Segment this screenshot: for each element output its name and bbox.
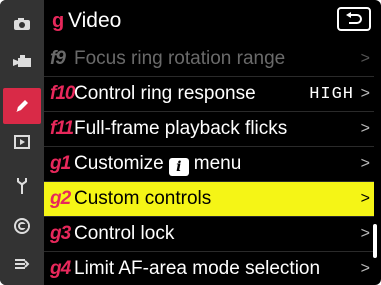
chevron-right-icon: > [360, 120, 370, 137]
menu-item-customize-i-menu[interactable]: g1 Customize i menu > [44, 147, 374, 182]
chevron-right-icon: > [360, 50, 370, 67]
chevron-right-icon: > [360, 85, 370, 102]
pencil-icon [16, 100, 28, 112]
item-label: Control ring response [74, 83, 256, 104]
menu-item-focus-ring-rotation-range[interactable]: f9 Focus ring rotation range > [44, 42, 374, 77]
playback-icon [14, 135, 30, 149]
my-menu-icon [15, 259, 30, 269]
item-label: Custom controls [74, 188, 212, 209]
wrench-icon [17, 178, 27, 194]
tab-network[interactable] [0, 208, 44, 244]
chevron-right-icon: > [360, 260, 370, 277]
item-code: f11 [50, 118, 74, 139]
menu-item-control-ring-response[interactable]: f10 Control ring response HIGH > [44, 77, 374, 112]
menu-tab-sidebar [0, 0, 44, 285]
scrollbar[interactable] [373, 224, 377, 258]
tab-setup[interactable] [0, 168, 44, 204]
menu-item-control-lock[interactable]: g3 Control lock > [44, 217, 374, 252]
camera-icon [14, 18, 30, 30]
item-code: g1 [50, 153, 71, 174]
item-code: g2 [50, 188, 71, 209]
back-button[interactable] [337, 7, 371, 31]
chevron-right-icon: > [360, 225, 370, 242]
item-label: Focus ring rotation range [74, 48, 286, 69]
item-label-pre: Customize [74, 152, 164, 174]
item-label: Customize i menu [74, 153, 241, 176]
network-icon [14, 218, 30, 234]
item-code: f9 [50, 48, 66, 69]
return-arrow-icon [346, 12, 362, 24]
camera-menu-screen: g Video f9 Focus ring rotation range > f… [0, 0, 381, 285]
item-value: HIGH [309, 84, 354, 104]
tab-video-recording[interactable] [0, 44, 44, 80]
item-code: g3 [50, 223, 71, 244]
item-code: f10 [50, 83, 75, 104]
item-label: Full-frame playback flicks [74, 118, 288, 139]
chevron-right-icon: > [360, 155, 370, 172]
header-code: g [52, 10, 65, 32]
menu-item-full-frame-playback-flicks[interactable]: f11 Full-frame playback flicks > [44, 112, 374, 147]
video-camera-icon [13, 55, 31, 67]
menu-item-limit-af-area-mode-selection[interactable]: g4 Limit AF-area mode selection > [44, 252, 374, 285]
i-menu-icon: i [168, 157, 189, 176]
chevron-right-icon: > [360, 190, 370, 207]
item-label: Control lock [74, 223, 175, 244]
tab-my-menu[interactable] [0, 246, 44, 282]
tab-custom-settings[interactable] [3, 88, 41, 124]
item-label-post: menu [193, 152, 242, 174]
tab-playback[interactable] [0, 124, 44, 160]
item-code: g4 [50, 258, 71, 279]
menu-header: g Video [44, 4, 381, 40]
menu-item-custom-controls[interactable]: g2 Custom controls > [44, 182, 374, 217]
menu-list: f9 Focus ring rotation range > f10 Contr… [44, 42, 374, 285]
page-title: Video [68, 9, 122, 32]
item-label: Limit AF-area mode selection [74, 258, 321, 279]
tab-photo-shooting[interactable] [0, 6, 44, 42]
